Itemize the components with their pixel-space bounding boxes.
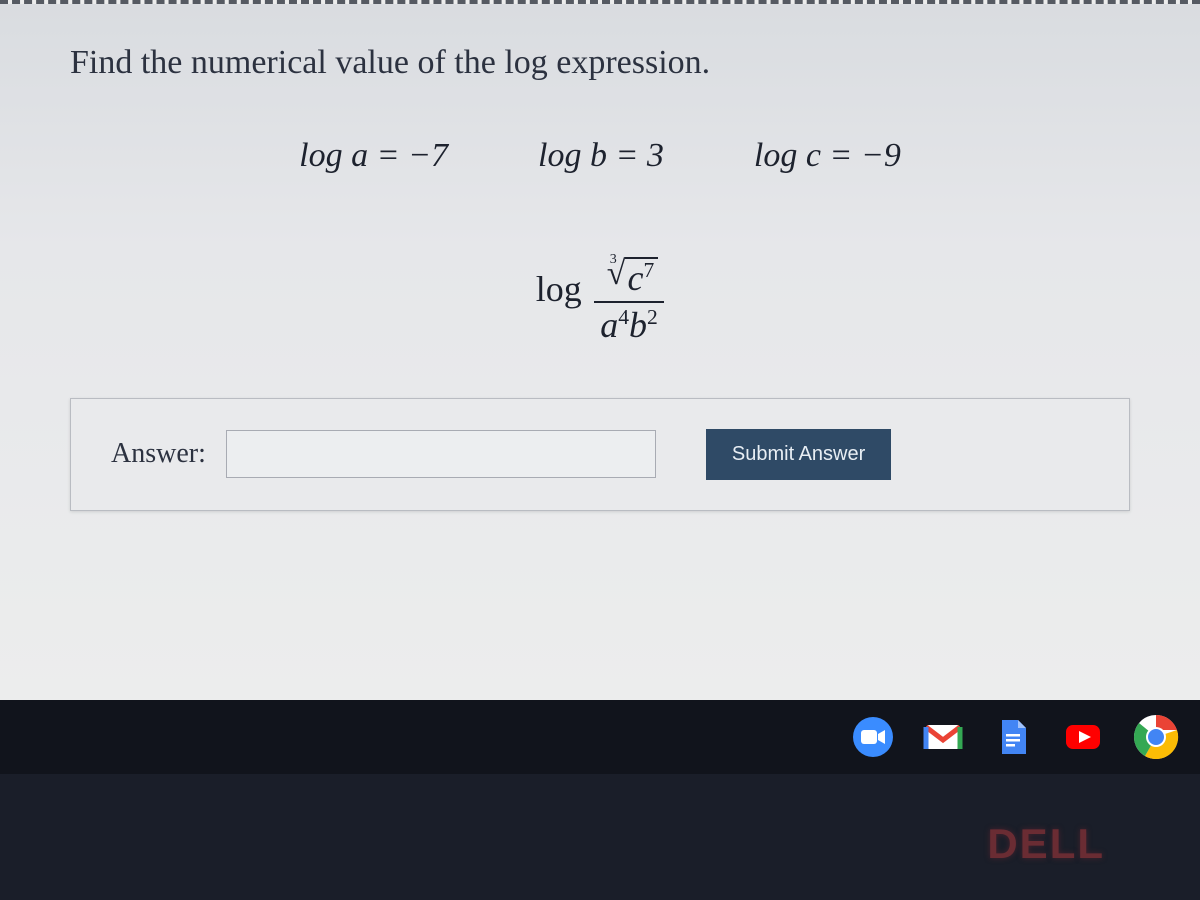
den-b-exp: 2 [647,305,658,329]
denominator: a4b2 [594,306,664,345]
fraction: 3 √ c7 a4b2 [594,237,664,345]
chrome-icon[interactable] [1132,713,1180,761]
question-prompt: Find the numerical value of the log expr… [70,44,1130,82]
zoom-icon[interactable] [852,716,894,758]
answer-input[interactable] [226,430,656,478]
numerator: 3 √ c7 [594,237,664,298]
gmail-icon[interactable] [922,716,964,758]
fraction-bar [594,301,664,303]
given-log-c: log c = −9 [754,137,901,175]
given-log-a: log a = −7 [299,137,448,175]
log-label: log [536,268,582,310]
youtube-icon[interactable] [1062,716,1104,758]
den-a-base: a [600,305,618,345]
num-base: c [627,258,643,298]
answer-area: Answer: Submit Answer [70,398,1130,511]
given-log-b: log b = 3 [538,137,664,175]
den-b-base: b [629,305,647,345]
submit-answer-button[interactable]: Submit Answer [706,429,891,480]
docs-icon[interactable] [992,716,1034,758]
radicand: c7 [625,257,658,298]
cube-root: 3 √ c7 [600,257,658,298]
taskbar [0,700,1200,774]
num-exp: 7 [643,258,654,282]
monitor-brand-logo: DELL [987,820,1105,868]
given-values: log a = −7 log b = 3 log c = −9 [70,137,1130,175]
den-a-exp: 4 [618,305,629,329]
radical-symbol: √ [607,260,626,287]
log-expression: log 3 √ c7 a4b2 [70,235,1130,343]
answer-label: Answer: [111,438,206,470]
question-panel: Find the numerical value of the log expr… [0,0,1200,700]
